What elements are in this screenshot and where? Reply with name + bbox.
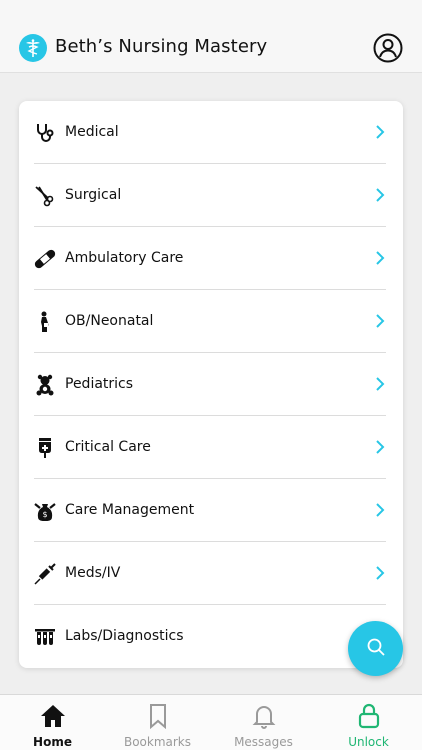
category-row-labs-diagnostics[interactable]: Labs/Diagnostics xyxy=(19,605,403,668)
chevron-right-icon xyxy=(374,124,386,140)
chevron-right-icon xyxy=(374,439,386,455)
chevron-right-icon xyxy=(374,187,386,203)
search-icon xyxy=(366,637,386,661)
chevron-right-icon xyxy=(374,376,386,392)
money-bag-icon: $ xyxy=(34,500,56,522)
chevron-right-icon xyxy=(374,250,386,266)
teddy-bear-icon xyxy=(34,374,56,396)
category-label: Care Management xyxy=(65,502,195,518)
iv-bag-icon xyxy=(34,437,56,459)
category-label: Ambulatory Care xyxy=(65,250,184,266)
category-row-ob-neonatal[interactable]: OB/Neonatal xyxy=(19,290,403,353)
app-header: Beth’s Nursing Mastery xyxy=(0,0,422,73)
category-label: Critical Care xyxy=(65,439,151,455)
chevron-right-icon xyxy=(374,565,386,581)
tab-messages[interactable]: Messages xyxy=(211,695,316,750)
tab-label: Messages xyxy=(234,735,293,749)
stethoscope-icon xyxy=(34,122,56,144)
scissors-icon xyxy=(34,185,56,207)
category-row-surgical[interactable]: Surgical xyxy=(19,164,403,227)
category-row-care-management[interactable]: $ Care Management xyxy=(19,479,403,542)
svg-text:$: $ xyxy=(42,510,47,519)
syringe-icon xyxy=(34,563,56,585)
bell-icon xyxy=(252,706,276,729)
category-list: Medical Surgical Ambulatory Care OB/Neon… xyxy=(19,101,403,668)
bottom-tab-bar: Home Bookmarks Messages Unlock xyxy=(0,694,422,750)
category-row-meds-iv[interactable]: Meds/IV xyxy=(19,542,403,605)
caduceus-icon xyxy=(19,34,47,62)
bandage-icon xyxy=(34,248,56,270)
category-label: OB/Neonatal xyxy=(65,313,154,329)
pregnant-woman-icon xyxy=(34,311,56,333)
category-label: Pediatrics xyxy=(65,376,134,392)
chevron-right-icon xyxy=(374,313,386,329)
tab-bookmarks[interactable]: Bookmarks xyxy=(105,695,210,750)
lock-icon xyxy=(358,703,380,729)
category-label: Surgical xyxy=(65,187,122,203)
category-label: Meds/IV xyxy=(65,565,121,581)
category-row-pediatrics[interactable]: Pediatrics xyxy=(19,353,403,416)
app-title: Beth’s Nursing Mastery xyxy=(55,36,268,57)
category-row-critical-care[interactable]: Critical Care xyxy=(19,416,403,479)
chevron-right-icon xyxy=(374,502,386,518)
category-row-medical[interactable]: Medical xyxy=(19,101,403,164)
category-row-ambulatory-care[interactable]: Ambulatory Care xyxy=(19,227,403,290)
user-circle-icon[interactable] xyxy=(373,33,403,63)
tab-label: Bookmarks xyxy=(123,735,192,749)
test-tubes-icon xyxy=(34,626,56,648)
home-icon xyxy=(41,705,65,727)
tab-unlock[interactable]: Unlock xyxy=(316,695,421,750)
tab-label: Home xyxy=(33,735,72,749)
tab-label: Unlock xyxy=(348,735,389,749)
category-label: Medical xyxy=(65,124,119,140)
category-label: Labs/Diagnostics xyxy=(65,628,184,644)
search-button[interactable] xyxy=(348,621,403,676)
bookmark-icon xyxy=(150,704,166,729)
tab-home[interactable]: Home xyxy=(0,695,105,750)
